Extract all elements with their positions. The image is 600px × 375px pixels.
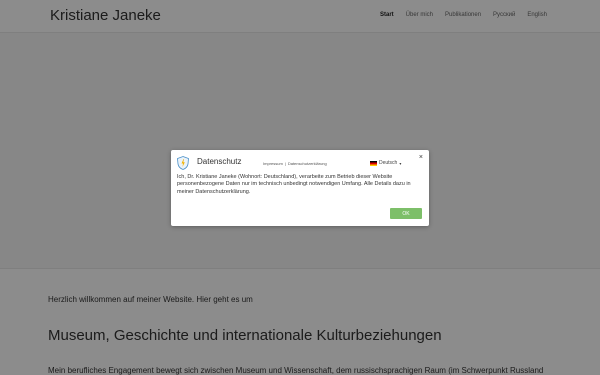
german-flag-icon: [370, 160, 377, 166]
dialog-body-text: Ich, Dr. Kristiane Janeke (Wohnort: Deut…: [177, 174, 411, 195]
shield-icon: [177, 156, 189, 170]
ok-button[interactable]: OK: [390, 208, 422, 219]
privacy-dialog: Datenschutz Impressum | Datenschutzerkläru…: [171, 150, 429, 226]
link-separator: |: [284, 161, 286, 166]
privacy-policy-link[interactable]: Datenschutzerklärung: [288, 161, 327, 166]
dialog-links: Impressum | Datenschutzerklärung: [263, 161, 327, 166]
language-label: Deutsch: [379, 160, 398, 166]
chevron-down-icon: ▾: [399, 160, 402, 166]
dialog-header: Datenschutz Impressum | Datenschutzerkläru…: [177, 156, 423, 170]
dialog-title: Datenschutz: [197, 157, 242, 166]
language-select[interactable]: Deutsch ▾: [370, 160, 401, 166]
impressum-link[interactable]: Impressum: [263, 161, 283, 166]
close-button[interactable]: ×: [419, 154, 423, 161]
